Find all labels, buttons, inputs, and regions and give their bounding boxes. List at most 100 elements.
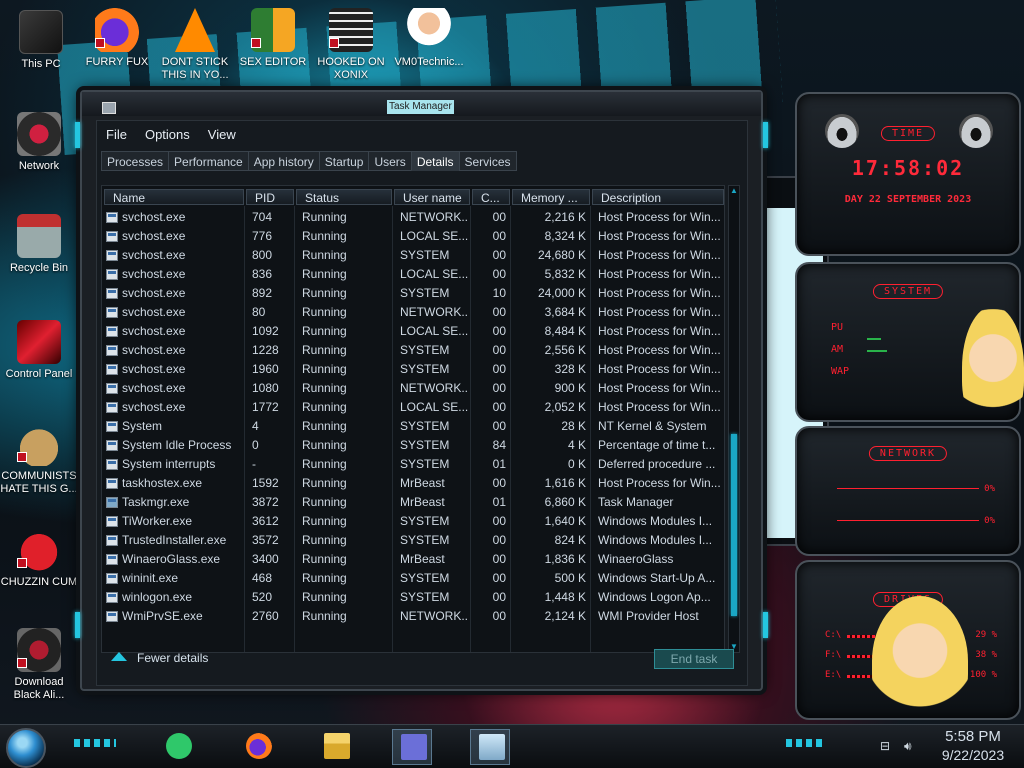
table-row[interactable]: svchost.exe 776 Running LOCAL SE... 00 8,324 … (102, 227, 724, 246)
cell-name: WmiPrvSE.exe (122, 609, 203, 623)
chuzzle-icon (17, 528, 61, 572)
process-icon (106, 554, 118, 565)
taskbar-app-control[interactable] (392, 729, 432, 765)
cell-desc: Host Process for Win... (598, 324, 721, 338)
menu-file[interactable]: File (97, 123, 136, 145)
cell-pid: 1080 (252, 381, 279, 395)
table-row[interactable]: taskhostex.exe 1592 Running MrBeast 00 1,616 … (102, 474, 724, 493)
cell-pid: 0 (252, 438, 259, 452)
desktop-icon-chuzzin[interactable]: CHUZZIN CUM (0, 528, 78, 589)
table-row[interactable]: TiWorker.exe 3612 Running SYSTEM 00 1,640 K Wi… (102, 512, 724, 531)
table-scrollbar[interactable]: ▲ ▼ (728, 185, 740, 653)
network-gadget[interactable]: NETWORK 0% 0% (795, 426, 1021, 556)
cell-mem: 1,616 K (544, 476, 586, 490)
cell-cpu: 00 (492, 267, 506, 281)
cell-cpu: 10 (492, 286, 506, 300)
table-row[interactable]: svchost.exe 1772 Running LOCAL SE... 00 2,052… (102, 398, 724, 417)
volume-icon[interactable]: 🔊︎ (904, 739, 918, 753)
table-row[interactable]: svchost.exe 704 Running NETWORK... 00 2,216 K… (102, 208, 724, 227)
table-row[interactable]: svchost.exe 80 Running NETWORK... 00 3,684 K H… (102, 303, 724, 322)
table-row[interactable]: svchost.exe 1092 Running LOCAL SE... 00 8,484… (102, 322, 724, 341)
table-row[interactable]: Taskmgr.exe 3872 Running MrBeast 01 6,860 K Ta… (102, 493, 724, 512)
frame-decoration (75, 122, 80, 148)
tab-details[interactable]: Details (410, 151, 459, 171)
table-row[interactable]: svchost.exe 892 Running SYSTEM 10 24,000 K Hos… (102, 284, 724, 303)
desktop-icon-communists[interactable]: COMMUNISTS HATE THIS G... (0, 422, 78, 496)
task-manager-app-icon (102, 102, 116, 114)
taskbar-app-firefox[interactable] (238, 729, 278, 765)
table-row[interactable]: System Idle Process 0 Running SYSTEM 84 4 K Pe… (102, 436, 724, 455)
cell-mem: 4 K (567, 438, 586, 452)
table-row[interactable]: svchost.exe 1960 Running SYSTEM 00 328 K Host … (102, 360, 724, 379)
process-icon (106, 269, 118, 280)
title-bar[interactable]: Task Manager (82, 92, 761, 116)
desktop-icon-sex-editor[interactable]: SEX EDITOR (234, 8, 312, 69)
scroll-up-icon[interactable]: ▲ (730, 187, 738, 195)
table-row[interactable]: svchost.exe 800 Running SYSTEM 00 24,680 K Hos… (102, 246, 724, 265)
column-header-name[interactable]: Name (104, 189, 244, 205)
task-manager-window[interactable]: Task Manager File Options View Processes… (75, 90, 768, 691)
cell-pid: 3872 (252, 495, 279, 509)
menu-options[interactable]: Options (136, 123, 199, 145)
cell-desc: Task Manager (598, 495, 674, 509)
clock-gadget[interactable]: TIME 17:58:02 DAY 22 SEPTEMBER 2023 (795, 92, 1021, 256)
gadget-clock-date: DAY 22 SEPTEMBER 2023 (844, 194, 972, 205)
column-header-memory[interactable]: Memory ... (512, 189, 590, 205)
cell-user: LOCAL SE... (400, 324, 468, 338)
start-button[interactable] (6, 728, 46, 768)
desktop-icon-recycle-bin[interactable]: Recycle Bin (0, 214, 78, 275)
tab-startup[interactable]: Startup (318, 151, 369, 171)
desktop-icon-this-pc[interactable]: This PC (2, 10, 80, 71)
cell-cpu: 00 (492, 552, 506, 566)
desktop-icon-label: HOOKED ON XONIX (317, 56, 385, 81)
table-row[interactable]: winlogon.exe 520 Running SYSTEM 00 1,448 K Win… (102, 588, 724, 607)
desktop-icon-download-black[interactable]: Download Black Ali... (0, 628, 78, 702)
taskbar-app-task-manager[interactable] (470, 729, 510, 765)
tab-processes[interactable]: Processes (101, 151, 169, 171)
cell-user: NETWORK... (400, 210, 468, 224)
table-row[interactable]: System interrupts - Running SYSTEM 01 0 K Defe… (102, 455, 724, 474)
cpu-label: PU (831, 322, 844, 333)
tab-app-history[interactable]: App history (247, 151, 319, 171)
scrollbar-thumb[interactable] (731, 434, 737, 616)
fewer-details-button[interactable]: Fewer details (111, 651, 208, 665)
taskbar-app-notes[interactable] (158, 729, 198, 765)
process-icon (106, 611, 118, 622)
process-details-table[interactable]: Name PID Status User name C... Memory ..… (101, 185, 725, 653)
cell-pid: 836 (252, 267, 273, 281)
end-task-button[interactable]: End task (654, 649, 734, 669)
cell-mem: 2,124 K (544, 609, 586, 623)
process-icon (106, 402, 118, 413)
desktop-icon-network[interactable]: Network (0, 112, 78, 173)
table-row[interactable]: svchost.exe 1228 Running SYSTEM 00 2,556 K Hos… (102, 341, 724, 360)
column-header-status[interactable]: Status (296, 189, 392, 205)
table-row[interactable]: System 4 Running SYSTEM 00 28 K NT Kernel & Sy… (102, 417, 724, 436)
table-row[interactable]: svchost.exe 1080 Running NETWORK... 00 900 K H… (102, 379, 724, 398)
tab-performance[interactable]: Performance (168, 151, 248, 171)
network-tray-icon[interactable]: ⊟ (880, 739, 894, 753)
table-row[interactable]: WmiPrvSE.exe 2760 Running NETWORK... 00 2,124… (102, 607, 724, 626)
table-row[interactable]: wininit.exe 468 Running SYSTEM 00 500 K Window… (102, 569, 724, 588)
table-row[interactable]: WinaeroGlass.exe 3400 Running MrBeast 00 1,83… (102, 550, 724, 569)
process-icon (106, 459, 118, 470)
table-row[interactable]: svchost.exe 836 Running LOCAL SE... 00 5,832 … (102, 265, 724, 284)
desktop-icon-hooked-on-xonix[interactable]: HOOKED ON XONIX (312, 8, 390, 82)
taskbar-clock[interactable]: 5:58 PM 9/22/2023 (930, 728, 1016, 764)
cell-pid: 1092 (252, 324, 279, 338)
desktop-icon-dont-stick[interactable]: DONT STICK THIS IN YO... (156, 8, 234, 82)
desktop-icon-furry-fux[interactable]: FURRY FUX (78, 8, 156, 69)
tab-users[interactable]: Users (368, 151, 411, 171)
cell-user: SYSTEM (400, 419, 450, 433)
menu-view[interactable]: View (199, 123, 245, 145)
menu-bar: File Options View (97, 123, 245, 145)
cell-pid: 892 (252, 286, 273, 300)
table-row[interactable]: TrustedInstaller.exe 3572 Running SYSTEM 00 8… (102, 531, 724, 550)
desktop-icon-control-panel[interactable]: Control Panel (0, 320, 78, 381)
tab-services[interactable]: Services (458, 151, 517, 171)
taskbar-app-explorer[interactable] (316, 729, 356, 765)
column-header-description[interactable]: Description (592, 189, 724, 205)
column-header-pid[interactable]: PID (246, 189, 294, 205)
desktop-icon-vm0technic[interactable]: VM0Technic... (390, 8, 468, 69)
column-header-cpu[interactable]: C... (472, 189, 510, 205)
column-header-user-name[interactable]: User name (394, 189, 470, 205)
